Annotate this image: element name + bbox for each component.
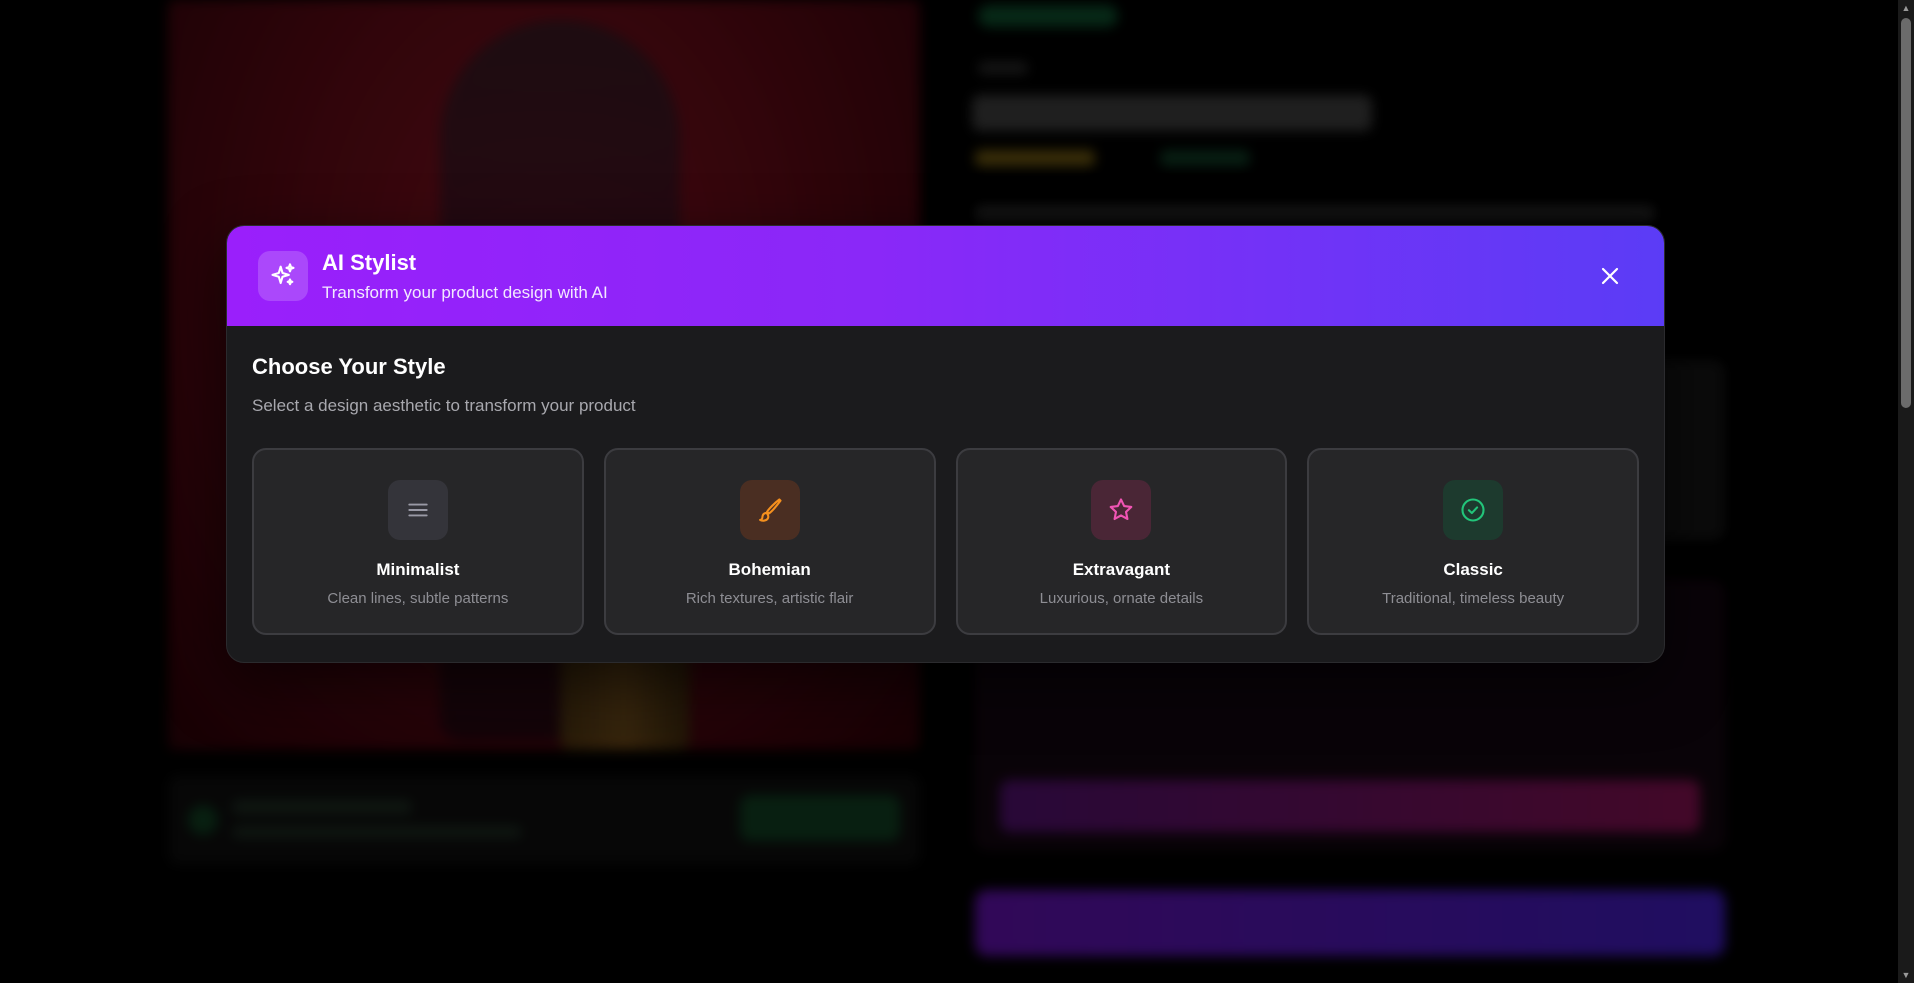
background-category [978, 62, 1028, 74]
background-tag [978, 5, 1118, 27]
background-stock [1160, 150, 1250, 166]
style-card-extravagant[interactable]: Extravagant Luxurious, ornate details [955, 448, 1288, 635]
modal-title: AI Stylist [322, 250, 417, 275]
background-info-line [232, 800, 412, 814]
background-rating [975, 150, 1095, 166]
scroll-up-icon[interactable]: ▲ [1898, 0, 1914, 16]
style-card-title: Classic [1443, 560, 1503, 579]
section-heading: Choose Your Style [252, 354, 446, 379]
style-card-title: Bohemian [728, 560, 811, 579]
scroll-down-icon[interactable]: ▼ [1898, 967, 1914, 983]
star-icon [1091, 480, 1152, 540]
background-info-icon [188, 805, 218, 835]
paintbrush-icon [739, 480, 800, 540]
style-card-bohemian[interactable]: Bohemian Rich textures, artistic flair [603, 448, 936, 635]
modal-body: Choose Your Style Select a design aesthe… [227, 326, 1664, 635]
section-description: Select a design aesthetic to transform y… [252, 396, 636, 415]
menu-lines-icon [387, 480, 448, 540]
check-circle-icon [1443, 480, 1504, 540]
sparkles-icon [258, 251, 308, 301]
background-info-line [232, 826, 522, 838]
style-card-classic[interactable]: Classic Traditional, timeless beauty [1307, 448, 1639, 635]
ai-stylist-modal: AI Stylist Transform your product design… [226, 225, 1665, 663]
background-product-title [972, 95, 1372, 131]
style-card-minimalist[interactable]: Minimalist Clean lines, subtle patterns [252, 448, 584, 635]
scroll-thumb[interactable] [1901, 18, 1911, 408]
modal-header: AI Stylist Transform your product design… [227, 226, 1664, 326]
style-options: Minimalist Clean lines, subtle patterns … [252, 448, 1639, 635]
close-button[interactable] [1596, 262, 1624, 290]
style-card-description: Luxurious, ornate details [1039, 590, 1204, 607]
style-card-description: Rich textures, artistic flair [685, 590, 854, 607]
style-card-title: Minimalist [376, 560, 460, 579]
style-card-title: Extravagant [1072, 560, 1171, 579]
page-scrollbar[interactable]: ▲ ▼ [1898, 0, 1914, 983]
background-cta [975, 890, 1725, 956]
style-card-description: Traditional, timeless beauty [1382, 590, 1565, 607]
close-icon[interactable] [1601, 267, 1619, 285]
style-card-description: Clean lines, subtle patterns [327, 590, 509, 607]
background-cta [1000, 780, 1700, 832]
modal-subtitle: Transform your product design with AI [322, 283, 608, 302]
background-info-button [740, 795, 900, 841]
background-description [975, 205, 1655, 221]
